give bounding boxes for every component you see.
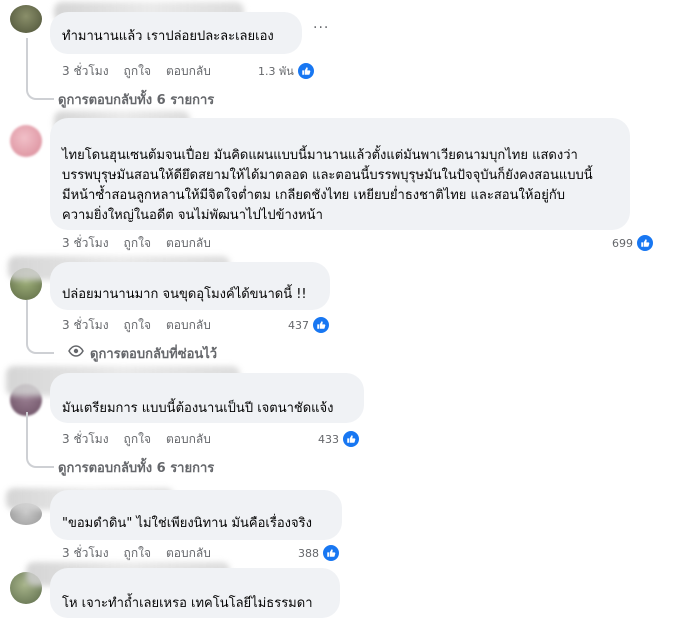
like-thumb-icon — [312, 316, 330, 334]
comment-actions: 3 ชั่วโมง ถูกใจ ตอบกลับ — [62, 430, 226, 448]
comment-text: ปล่อยมานานมาก จนขุดอุโมงค์ได้ขนาดนี้ !! — [62, 287, 307, 302]
view-replies-label: ดูการตอบกลับที่ซ่อนไว้ — [90, 346, 218, 362]
like-button[interactable]: ถูกใจ — [124, 316, 151, 335]
thread-connector — [26, 340, 54, 354]
comment-bubble: ทำมานานแล้ว เราปล่อยปละละเลยเอง — [50, 12, 302, 54]
more-options-icon[interactable]: ··· — [313, 20, 329, 36]
like-count: 1.3 พัน — [258, 65, 294, 78]
comment-actions: 3 ชั่วโมง ถูกใจ ตอบกลับ — [62, 62, 226, 80]
like-button[interactable]: ถูกใจ — [124, 62, 151, 81]
comment-actions: 3 ชั่วโมง ถูกใจ ตอบกลับ — [62, 316, 226, 334]
comment-bubble: ไทยโดนฮุนเซนต้มจนเปื่อย มันคิดแผนแบบนี้ม… — [50, 118, 630, 230]
thread-connector — [26, 86, 54, 100]
comment-text-line: บรรพบุรุษมันสอนให้ดียึดสยามให้ได้มาตลอด … — [62, 168, 593, 183]
comment-actions: 3 ชั่วโมง ถูกใจ ตอบกลับ — [62, 544, 226, 562]
comment-text-line: ความยิ่งใหญ่ในอดีต จนไม่พัฒนาไปไปข้างหน้… — [62, 208, 323, 223]
comment-bubble: "ขอมดำดิน" ไม่ใช่เพียงนิทาน มันคือเรื่อง… — [50, 490, 342, 540]
like-thumb-icon — [636, 234, 654, 252]
view-replies-link[interactable]: ดูการตอบกลับทั้ง 6 รายการ — [58, 90, 214, 108]
avatar[interactable] — [10, 125, 42, 157]
like-thumb-icon — [296, 62, 315, 80]
like-button[interactable]: ถูกใจ — [124, 430, 151, 449]
comment-time[interactable]: 3 ชั่วโมง — [62, 544, 109, 563]
like-count: 388 — [298, 546, 319, 560]
comment-bubble: ปล่อยมานานมาก จนขุดอุโมงค์ได้ขนาดนี้ !! — [50, 262, 330, 310]
reaction-count[interactable]: 388 — [298, 544, 340, 562]
like-count: 699 — [612, 236, 633, 250]
reply-button[interactable]: ตอบกลับ — [166, 544, 211, 563]
thread-connector — [26, 454, 54, 468]
comment-time[interactable]: 3 ชั่วโมง — [62, 62, 109, 81]
view-replies-link[interactable]: ดูการตอบกลับทั้ง 6 รายการ — [58, 458, 214, 476]
comment-text: มันเตรียมการ แบบนี้ต้องนานเป็นปี เจตนาชั… — [62, 401, 334, 416]
reply-button[interactable]: ตอบกลับ — [166, 62, 211, 81]
reaction-count[interactable]: 699 — [612, 234, 654, 252]
comment-bubble: มันเตรียมการ แบบนี้ต้องนานเป็นปี เจตนาชั… — [50, 373, 364, 423]
eye-icon — [68, 345, 84, 361]
comment-time[interactable]: 3 ชั่วโมง — [62, 316, 109, 335]
like-thumb-icon — [342, 430, 360, 448]
comment-text: โห เจาะทำถ้ำเลยเหรอ เทคโนโลยีไม่ธรรมดา — [62, 596, 313, 611]
reply-button[interactable]: ตอบกลับ — [166, 316, 211, 335]
comment-bubble: โห เจาะทำถ้ำเลยเหรอ เทคโนโลยีไม่ธรรมดา — [50, 568, 340, 618]
thread-line — [26, 412, 28, 454]
thread-line — [26, 300, 28, 340]
like-count: 433 — [318, 432, 339, 446]
comment-time[interactable]: 3 ชั่วโมง — [62, 234, 109, 253]
like-button[interactable]: ถูกใจ — [124, 544, 151, 563]
comment-text-line: มีหน้าซ้ำสอนลูกหลานให้มีจิตใจต่ำตม เกลีย… — [62, 188, 565, 203]
comment-text: ทำมานานแล้ว เราปล่อยปละละเลยเอง — [62, 29, 274, 44]
like-count: 437 — [288, 318, 309, 332]
comment-text: "ขอมดำดิน" ไม่ใช่เพียงนิทาน มันคือเรื่อง… — [62, 516, 312, 531]
thread-line — [26, 38, 28, 86]
reaction-count[interactable]: 433 — [318, 430, 360, 448]
like-button[interactable]: ถูกใจ — [124, 234, 151, 253]
comment-actions: 3 ชั่วโมง ถูกใจ ตอบกลับ — [62, 234, 226, 252]
reaction-count[interactable]: 437 — [288, 316, 330, 334]
avatar[interactable] — [10, 5, 42, 33]
reply-button[interactable]: ตอบกลับ — [166, 234, 211, 253]
like-thumb-icon — [322, 544, 340, 562]
view-hidden-replies-link[interactable]: ดูการตอบกลับที่ซ่อนไว้ — [68, 344, 217, 362]
reaction-count[interactable]: 1.3 พัน — [258, 62, 315, 80]
reply-button[interactable]: ตอบกลับ — [166, 430, 211, 449]
comment-text-line: ไทยโดนฮุนเซนต้มจนเปื่อย มันคิดแผนแบบนี้ม… — [62, 148, 578, 163]
comment-time[interactable]: 3 ชั่วโมง — [62, 430, 109, 449]
